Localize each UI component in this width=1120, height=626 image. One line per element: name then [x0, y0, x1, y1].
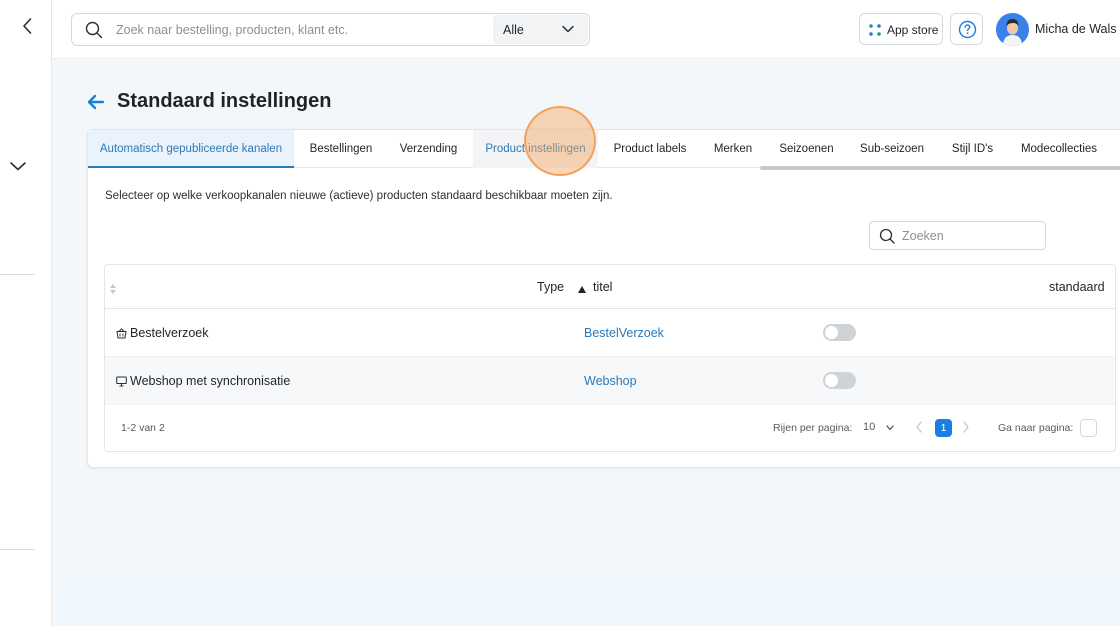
column-header-type[interactable]: Type: [537, 280, 564, 294]
column-header-titel[interactable]: titel: [593, 280, 612, 294]
chevron-down-icon: [886, 425, 894, 431]
channel-name: Bestelverzoek: [130, 326, 209, 340]
goto-page-label: Ga naar pagina:: [998, 422, 1074, 434]
pagination: 1-2 van 2 Rijen per pagina: 10 1 Ga naar…: [105, 405, 1115, 451]
user-name[interactable]: Micha de Wals: [1035, 22, 1117, 36]
channel-title-link[interactable]: BestelVerzoek: [584, 326, 664, 340]
default-toggle[interactable]: [823, 372, 856, 389]
sort-icon[interactable]: [110, 281, 116, 299]
rows-per-page-label: Rijen per pagina:: [773, 422, 853, 434]
channels-table: Type titel standaard Bestelverzoek Beste…: [104, 264, 1116, 452]
tab-bar: Automatisch gepubliceerde kanalen Bestel…: [88, 130, 1120, 170]
top-bar: Alle App store Micha de Wals: [52, 0, 1120, 59]
rows-per-page-select[interactable]: 10: [863, 418, 897, 438]
sidebar-divider: [0, 549, 35, 550]
page-title: Standaard instellingen: [117, 90, 332, 112]
sidebar: [0, 0, 52, 626]
table-row: Webshop met synchronisatie Webshop: [105, 357, 1115, 405]
tab-product-instellingen[interactable]: Product instellingen: [473, 130, 598, 168]
tab-seizoenen[interactable]: Seizoenen: [769, 130, 844, 168]
question-icon: [958, 20, 977, 39]
pagination-range: 1-2 van 2: [121, 422, 165, 434]
search-input[interactable]: [116, 14, 486, 45]
column-header-standaard[interactable]: standaard: [1049, 280, 1105, 294]
next-page-icon[interactable]: [962, 420, 970, 439]
search-icon: [85, 21, 103, 39]
description-text: Selecteer op welke verkoopkanalen nieuwe…: [105, 190, 613, 202]
arrow-left-icon[interactable]: [86, 92, 106, 112]
tab-bestellingen[interactable]: Bestellingen: [296, 130, 386, 168]
chevron-down-icon[interactable]: [8, 156, 28, 176]
tab-sub-seizoen[interactable]: Sub-seizoen: [850, 130, 934, 168]
table-search: [869, 221, 1046, 250]
goto-page-input[interactable]: [1080, 419, 1097, 437]
tab-modecollecties[interactable]: Modecollecties: [1013, 130, 1105, 168]
search-scope-select[interactable]: Alle: [493, 15, 588, 44]
monitor-icon: [116, 374, 127, 392]
sort-ascending-icon[interactable]: [578, 280, 586, 298]
app-store-button[interactable]: App store: [859, 13, 943, 45]
default-toggle[interactable]: [823, 324, 856, 341]
basket-icon: [116, 326, 127, 344]
avatar[interactable]: [996, 13, 1029, 46]
settings-card: Automatisch gepubliceerde kanalen Bestel…: [87, 129, 1120, 468]
chevron-left-icon[interactable]: [18, 16, 38, 36]
search-icon: [879, 228, 895, 244]
sidebar-divider: [0, 274, 35, 275]
channel-name: Webshop met synchronisatie: [130, 374, 291, 388]
main-content: Standaard instellingen Automatisch gepub…: [52, 60, 1120, 626]
table-row: Bestelverzoek BestelVerzoek: [105, 309, 1115, 357]
grid-dots-icon: [869, 24, 881, 36]
current-page-button[interactable]: 1: [935, 419, 952, 437]
rows-per-page-value: 10: [863, 421, 876, 433]
table-search-input[interactable]: [902, 222, 1042, 249]
channel-title-link[interactable]: Webshop: [584, 374, 637, 388]
chevron-down-icon: [562, 25, 574, 33]
global-search: Alle: [71, 13, 590, 46]
search-scope-value: Alle: [503, 23, 524, 37]
tab-product-labels[interactable]: Product labels: [600, 130, 700, 168]
tab-stijl-ids[interactable]: Stijl ID's: [940, 130, 1005, 168]
prev-page-icon[interactable]: [915, 420, 923, 439]
tabs-scrollbar[interactable]: [760, 166, 1120, 170]
table-header: Type titel standaard: [105, 265, 1115, 309]
tab-automatisch-gepubliceerde-kanalen[interactable]: Automatisch gepubliceerde kanalen: [88, 130, 294, 168]
app-store-label: App store: [887, 23, 939, 37]
help-button[interactable]: [950, 13, 983, 45]
tab-verzending[interactable]: Verzending: [386, 130, 471, 168]
tab-merken[interactable]: Merken: [702, 130, 764, 168]
